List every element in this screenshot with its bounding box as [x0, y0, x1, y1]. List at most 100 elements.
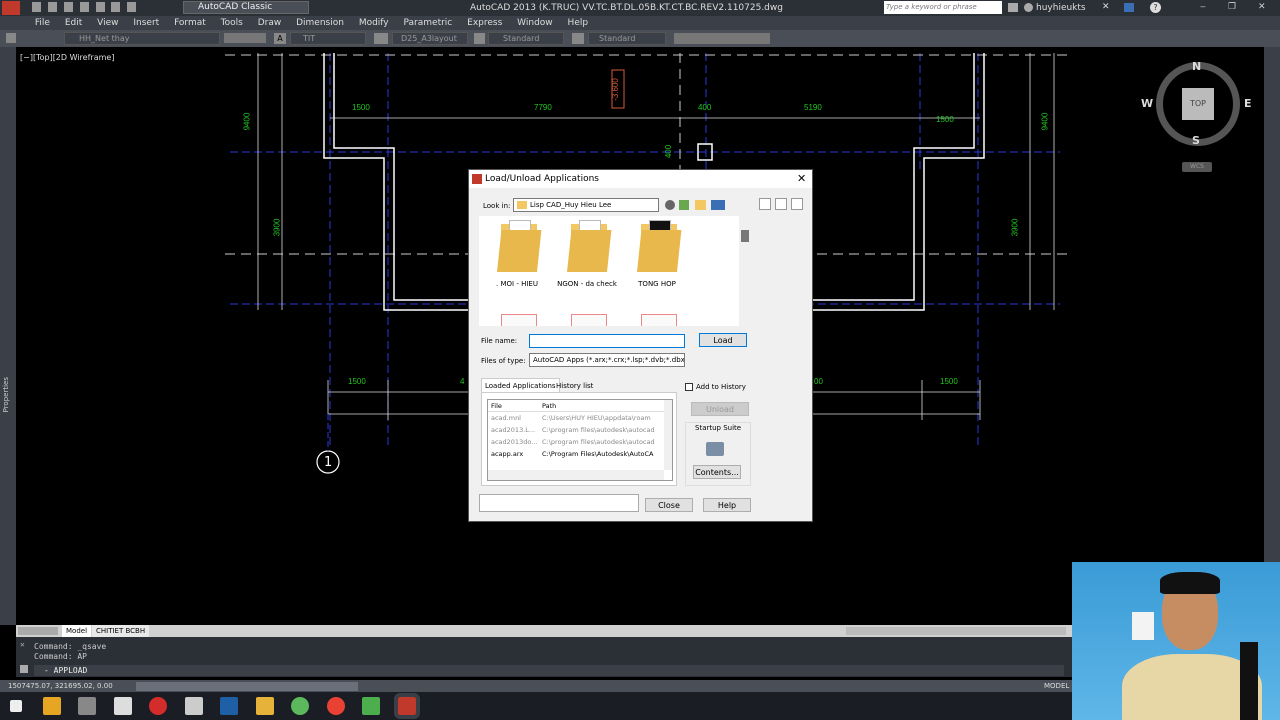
folder-icon[interactable]: [497, 220, 542, 272]
command-close-icon[interactable]: ✕: [20, 640, 25, 649]
folder-label[interactable]: NGON - da check: [552, 280, 622, 288]
table-hscrollbar[interactable]: [488, 470, 664, 480]
chrome-icon[interactable]: [326, 697, 345, 715]
menu-dimension[interactable]: Dimension: [290, 16, 350, 30]
tab-nav-buttons[interactable]: [18, 627, 58, 635]
favorites-icon[interactable]: [791, 198, 803, 210]
col-path[interactable]: Path: [542, 402, 556, 410]
file-thumb-icon[interactable]: [571, 314, 607, 326]
table-row[interactable]: acad2013do... C:\program files\autodesk\a…: [488, 436, 672, 448]
tab-history-list[interactable]: History list: [553, 380, 596, 392]
search-input[interactable]: Type a keyword or phrase: [884, 1, 1002, 14]
file-name-input[interactable]: [529, 334, 685, 348]
saveas-icon[interactable]: [79, 2, 89, 12]
table-row[interactable]: acad2013.L... C:\program files\autodesk\a…: [488, 424, 672, 436]
viewcube-west[interactable]: W: [1141, 97, 1153, 110]
redo-icon[interactable]: [127, 2, 137, 12]
horizontal-scrollbar[interactable]: [846, 627, 1066, 635]
find-file-icon[interactable]: [759, 198, 771, 210]
exchange-icon[interactable]: ✕: [1102, 2, 1110, 12]
autocad-taskbar-icon[interactable]: [393, 693, 420, 719]
folder-icon[interactable]: [255, 697, 274, 715]
table-row[interactable]: acapp.arx C:\Program Files\Autodesk\AutoC…: [488, 448, 672, 460]
add-to-history-label[interactable]: Add to History: [696, 383, 746, 391]
menu-parametric[interactable]: Parametric: [398, 16, 459, 30]
tab-layout[interactable]: CHITIET BCBH: [92, 625, 150, 637]
file-thumb-icon[interactable]: [641, 314, 677, 326]
menu-insert[interactable]: Insert: [127, 16, 165, 30]
menu-window[interactable]: Window: [511, 16, 559, 30]
add-to-history-checkbox[interactable]: [685, 383, 693, 391]
viewcube-top-face[interactable]: TOP: [1182, 88, 1214, 120]
layer-dropdown[interactable]: HH_Net thay: [64, 32, 220, 45]
help-button[interactable]: Help: [703, 498, 751, 512]
file-explorer-icon[interactable]: [42, 697, 61, 715]
tab-model[interactable]: Model: [62, 625, 92, 637]
recorder-icon[interactable]: [149, 697, 167, 715]
capture-icon[interactable]: [184, 697, 203, 715]
command-customize-icon[interactable]: [20, 665, 28, 673]
table-style-icon[interactable]: [474, 33, 485, 44]
file-browser-scrollbar[interactable]: [739, 216, 751, 326]
table-style-dropdown[interactable]: Standard: [488, 32, 564, 45]
viewcube-north[interactable]: N: [1192, 60, 1201, 73]
menu-modify[interactable]: Modify: [353, 16, 395, 30]
minimize-icon[interactable]: ‒: [1200, 2, 1206, 12]
folder-icon[interactable]: [637, 220, 682, 272]
back-icon[interactable]: [665, 200, 675, 210]
open-icon[interactable]: [47, 2, 57, 12]
stay-connected-icon[interactable]: [1124, 3, 1134, 12]
workspace-dropdown[interactable]: AutoCAD Classic: [183, 1, 309, 14]
refresh-app-icon[interactable]: [291, 697, 309, 715]
binoculars-icon[interactable]: [1008, 3, 1018, 12]
text-style-icon[interactable]: A: [274, 33, 286, 44]
new-icon[interactable]: [32, 2, 41, 12]
menu-file[interactable]: File: [29, 16, 56, 30]
command-input[interactable]: - APPLOAD: [34, 665, 1064, 676]
folder-icon[interactable]: [567, 220, 612, 272]
up-folder-icon[interactable]: [679, 200, 689, 210]
model-space-toggle[interactable]: MODEL: [1044, 681, 1069, 692]
save-icon[interactable]: [63, 2, 73, 12]
folder-label[interactable]: TONG HOP: [622, 280, 692, 288]
layer-icon[interactable]: [6, 33, 16, 43]
help-icon[interactable]: ?: [1150, 2, 1161, 13]
wcs-menu[interactable]: WCS: [1182, 162, 1212, 172]
menu-draw[interactable]: Draw: [252, 16, 288, 30]
dim-style-icon[interactable]: [374, 33, 388, 44]
views-icon[interactable]: [711, 200, 725, 210]
windows-start-icon[interactable]: [10, 700, 22, 712]
calculator-icon[interactable]: [113, 697, 132, 715]
restore-icon[interactable]: ❐: [1228, 2, 1236, 12]
scroll-thumb[interactable]: [741, 230, 749, 242]
viewcube-east[interactable]: E: [1244, 97, 1252, 110]
text-style-dropdown[interactable]: TIT: [290, 32, 366, 45]
look-in-dropdown[interactable]: Lisp CAD_Huy Hieu Lee: [513, 198, 659, 212]
right-scroll-strip[interactable]: [1264, 47, 1280, 625]
close-icon[interactable]: ✕: [1258, 2, 1266, 12]
close-button[interactable]: Close: [645, 498, 693, 512]
menu-express[interactable]: Express: [461, 16, 508, 30]
drafting-toggles[interactable]: [136, 682, 358, 691]
properties-palette-strip[interactable]: Properties: [0, 47, 16, 625]
multileader-tools-icon[interactable]: [674, 33, 770, 44]
table-row[interactable]: acad.mnl C:\Users\HUY HIEU\appdata\roam: [488, 412, 672, 424]
unload-button[interactable]: Unload: [691, 402, 749, 416]
dim-style-dropdown[interactable]: D25_A3layout: [392, 32, 468, 45]
menu-tools[interactable]: Tools: [215, 16, 249, 30]
undo-icon[interactable]: [111, 2, 121, 12]
dialog-close-icon[interactable]: ✕: [797, 172, 806, 185]
table-vscrollbar[interactable]: [664, 400, 672, 470]
user-icon[interactable]: [1024, 3, 1033, 12]
load-button[interactable]: Load: [699, 333, 747, 347]
coordinates-readout[interactable]: 1507475.07, 321695.02, 0.00: [8, 681, 113, 692]
layer-tools-icon[interactable]: [224, 33, 266, 43]
col-file[interactable]: File: [488, 400, 542, 411]
file-thumb-icon[interactable]: [501, 314, 537, 326]
clover-icon[interactable]: [362, 697, 380, 715]
menu-view[interactable]: View: [91, 16, 124, 30]
photoshop-icon[interactable]: [220, 697, 238, 715]
loaded-apps-table[interactable]: File Path acad.mnl C:\Users\HUY HIEU\appda…: [487, 399, 673, 481]
search-web-icon[interactable]: [775, 198, 787, 210]
files-of-type-dropdown[interactable]: AutoCAD Apps (*.arx;*.crx;*.lsp;*.dvb;*.…: [529, 353, 685, 367]
